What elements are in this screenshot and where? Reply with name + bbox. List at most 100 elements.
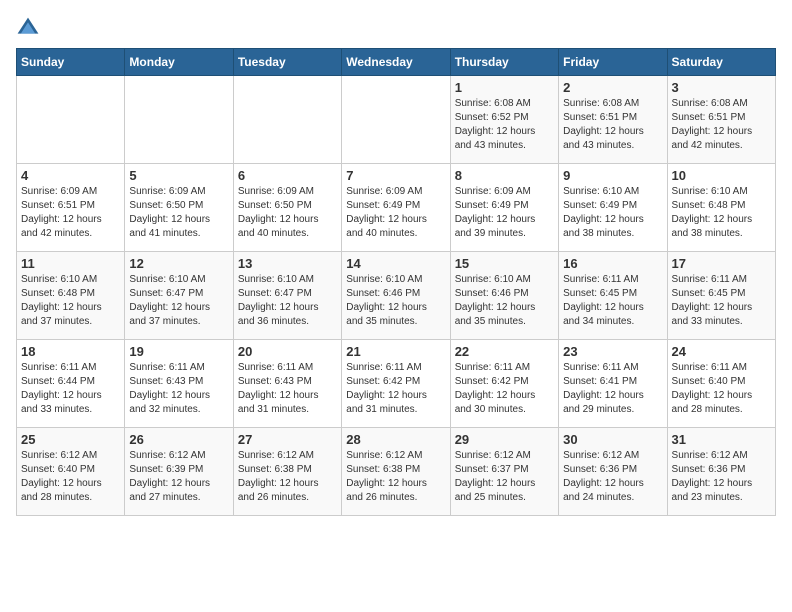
cell-text: Sunset: 6:49 PM <box>563 199 662 213</box>
day-number: 29 <box>455 432 554 447</box>
day-number: 21 <box>346 344 445 359</box>
day-cell: 6Sunrise: 6:09 AMSunset: 6:50 PMDaylight… <box>233 164 341 252</box>
cell-text: Sunset: 6:39 PM <box>129 463 228 477</box>
cell-text: Sunset: 6:36 PM <box>672 463 771 477</box>
day-cell: 29 Sunrise: 6:12 AMSunset: 6:37 PMDayligh… <box>450 428 558 516</box>
cell-text: Sunset: 6:46 PM <box>455 287 554 301</box>
cell-text: Sunrise: 6:11 AM <box>346 361 445 375</box>
cell-text: Daylight: 12 hours and 28 minutes. <box>672 389 771 417</box>
day-cell: 16Sunrise: 6:11 AMSunset: 6:45 PMDayligh… <box>559 252 667 340</box>
week-row-4: 25Sunrise: 6:12 AMSunset: 6:40 PMDayligh… <box>17 428 776 516</box>
cell-text: Sunset: 6:49 PM <box>455 199 554 213</box>
cell-text: Sunrise: 6:09 AM <box>21 185 120 199</box>
day-cell: 26Sunrise: 6:12 AMSunset: 6:39 PMDayligh… <box>125 428 233 516</box>
cell-text: Sunset: 6:49 PM <box>346 199 445 213</box>
day-cell: 25Sunrise: 6:12 AMSunset: 6:40 PMDayligh… <box>17 428 125 516</box>
header-cell-wednesday: Wednesday <box>342 49 450 76</box>
day-number: 4 <box>21 168 120 183</box>
header-cell-sunday: Sunday <box>17 49 125 76</box>
cell-text: Sunset: 6:36 PM <box>563 463 662 477</box>
cell-text: Daylight: 12 hours and 28 minutes. <box>21 477 120 505</box>
day-cell: 18Sunrise: 6:11 AMSunset: 6:44 PMDayligh… <box>17 340 125 428</box>
cell-text: Sunrise: 6:11 AM <box>672 361 771 375</box>
cell-text: Daylight: 12 hours and 36 minutes. <box>238 301 337 329</box>
header-row: SundayMondayTuesdayWednesdayThursdayFrid… <box>17 49 776 76</box>
day-cell <box>17 76 125 164</box>
cell-text: Sunset: 6:38 PM <box>238 463 337 477</box>
cell-text: Sunrise: 6:10 AM <box>455 273 554 287</box>
cell-text: Sunrise: 6:08 AM <box>672 97 771 111</box>
cell-text: Daylight: 12 hours and 35 minutes. <box>455 301 554 329</box>
cell-text: Sunrise: 6:12 AM <box>21 449 120 463</box>
cell-text: Sunrise: 6:12 AM <box>238 449 337 463</box>
day-number: 13 <box>238 256 337 271</box>
cell-text: Sunset: 6:51 PM <box>21 199 120 213</box>
cell-text: Sunrise: 6:10 AM <box>672 185 771 199</box>
cell-text: Daylight: 12 hours and 42 minutes. <box>21 213 120 241</box>
cell-text: Sunset: 6:50 PM <box>129 199 228 213</box>
cell-text: Sunrise: 6:09 AM <box>346 185 445 199</box>
cell-text: Sunrise: 6:12 AM <box>672 449 771 463</box>
cell-text: Sunset: 6:37 PM <box>455 463 554 477</box>
cell-text: Sunset: 6:51 PM <box>672 111 771 125</box>
day-cell: 10Sunrise: 6:10 AMSunset: 6:48 PMDayligh… <box>667 164 775 252</box>
cell-text: Daylight: 12 hours and 30 minutes. <box>455 389 554 417</box>
calendar-table: SundayMondayTuesdayWednesdayThursdayFrid… <box>16 48 776 516</box>
cell-text: Daylight: 12 hours and 34 minutes. <box>563 301 662 329</box>
cell-text: Daylight: 12 hours and 37 minutes. <box>129 301 228 329</box>
day-cell: 11Sunrise: 6:10 AMSunset: 6:48 PMDayligh… <box>17 252 125 340</box>
day-cell: 4 Sunrise: 6:09 AMSunset: 6:51 PMDaylight… <box>17 164 125 252</box>
day-cell: 19Sunrise: 6:11 AMSunset: 6:43 PMDayligh… <box>125 340 233 428</box>
day-cell: 22Sunrise: 6:11 AMSunset: 6:42 PMDayligh… <box>450 340 558 428</box>
cell-text: Sunset: 6:48 PM <box>21 287 120 301</box>
week-row-0: 1Sunrise: 6:08 AMSunset: 6:52 PMDaylight… <box>17 76 776 164</box>
cell-text: Sunrise: 6:08 AM <box>563 97 662 111</box>
cell-text: Daylight: 12 hours and 31 minutes. <box>238 389 337 417</box>
cell-text: Sunset: 6:41 PM <box>563 375 662 389</box>
day-number: 26 <box>129 432 228 447</box>
day-cell: 12Sunrise: 6:10 AMSunset: 6:47 PMDayligh… <box>125 252 233 340</box>
cell-text: Daylight: 12 hours and 42 minutes. <box>672 125 771 153</box>
cell-text: Sunrise: 6:10 AM <box>563 185 662 199</box>
day-number: 3 <box>672 80 771 95</box>
cell-text: Daylight: 12 hours and 26 minutes. <box>238 477 337 505</box>
cell-text: Sunrise: 6:09 AM <box>238 185 337 199</box>
day-cell <box>125 76 233 164</box>
cell-text: Daylight: 12 hours and 29 minutes. <box>563 389 662 417</box>
day-cell: 8Sunrise: 6:09 AMSunset: 6:49 PMDaylight… <box>450 164 558 252</box>
cell-text: Sunrise: 6:12 AM <box>455 449 554 463</box>
day-number: 15 <box>455 256 554 271</box>
day-cell: 23Sunrise: 6:11 AMSunset: 6:41 PMDayligh… <box>559 340 667 428</box>
cell-text: Sunset: 6:47 PM <box>238 287 337 301</box>
day-number: 7 <box>346 168 445 183</box>
header-cell-thursday: Thursday <box>450 49 558 76</box>
day-number: 17 <box>672 256 771 271</box>
week-row-1: 4Sunrise: 6:09 AMSunset: 6:51 PMDaylight… <box>17 164 776 252</box>
cell-text: Daylight: 12 hours and 38 minutes. <box>563 213 662 241</box>
day-cell: 5Sunrise: 6:09 AMSunset: 6:50 PMDaylight… <box>125 164 233 252</box>
day-number: 25 <box>21 432 120 447</box>
cell-text: Sunset: 6:47 PM <box>129 287 228 301</box>
header-cell-tuesday: Tuesday <box>233 49 341 76</box>
day-cell: 2Sunrise: 6:08 AMSunset: 6:51 PMDaylight… <box>559 76 667 164</box>
day-cell: 31Sunrise: 6:12 AMSunset: 6:36 PMDayligh… <box>667 428 775 516</box>
day-number: 2 <box>563 80 662 95</box>
cell-text: Daylight: 12 hours and 40 minutes. <box>238 213 337 241</box>
cell-text: Sunrise: 6:10 AM <box>21 273 120 287</box>
header-cell-friday: Friday <box>559 49 667 76</box>
cell-text: Sunrise: 6:11 AM <box>563 273 662 287</box>
cell-text: Sunrise: 6:11 AM <box>21 361 120 375</box>
cell-text: Sunset: 6:42 PM <box>346 375 445 389</box>
day-cell: 1Sunrise: 6:08 AMSunset: 6:52 PMDaylight… <box>450 76 558 164</box>
day-cell: 20Sunrise: 6:11 AMSunset: 6:43 PMDayligh… <box>233 340 341 428</box>
cell-text: Daylight: 12 hours and 26 minutes. <box>346 477 445 505</box>
cell-text: Daylight: 12 hours and 24 minutes. <box>563 477 662 505</box>
cell-text: Daylight: 12 hours and 40 minutes. <box>346 213 445 241</box>
cell-text: Daylight: 12 hours and 31 minutes. <box>346 389 445 417</box>
cell-text: Daylight: 12 hours and 33 minutes. <box>672 301 771 329</box>
cell-text: Sunset: 6:46 PM <box>346 287 445 301</box>
cell-text: Sunrise: 6:09 AM <box>129 185 228 199</box>
cell-text: Daylight: 12 hours and 25 minutes. <box>455 477 554 505</box>
cell-text: Sunset: 6:50 PM <box>238 199 337 213</box>
day-number: 20 <box>238 344 337 359</box>
